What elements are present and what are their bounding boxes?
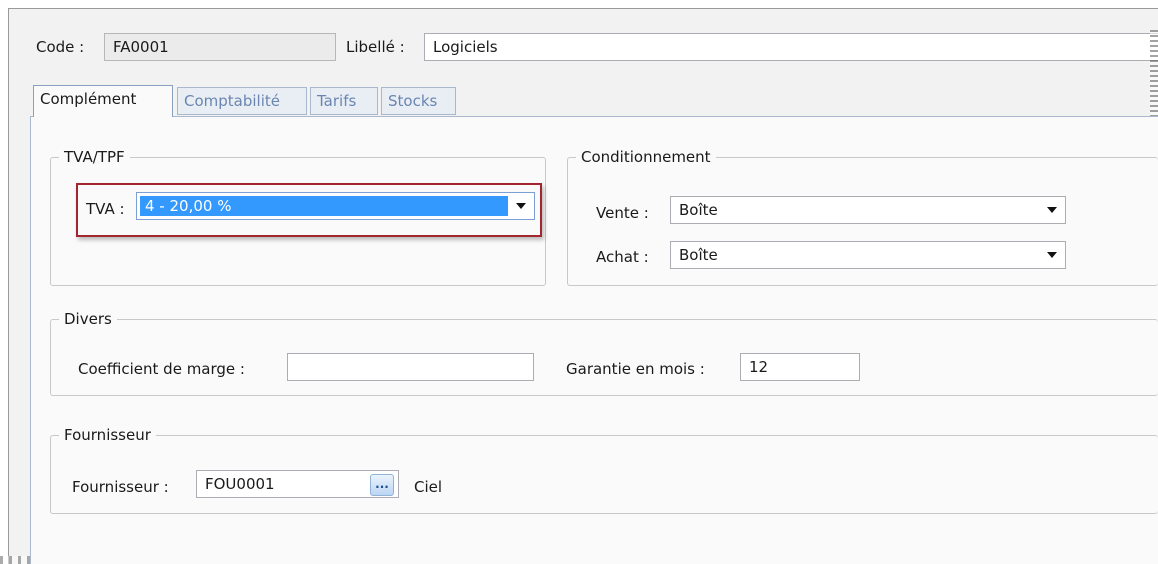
code-label: Code : — [36, 38, 85, 56]
libelle-field[interactable]: Logiciels — [424, 33, 1158, 61]
conditionnement-group-legend: Conditionnement — [576, 147, 716, 167]
code-field[interactable]: FA0001 — [104, 33, 336, 61]
chevron-down-icon — [1047, 207, 1057, 213]
tva-group-legend: TVA/TPF — [59, 147, 130, 167]
garantie-label: Garantie en mois : — [566, 360, 705, 378]
achat-select-value: Boîte — [679, 246, 718, 264]
libelle-label: Libellé : — [346, 38, 405, 56]
chevron-down-icon — [1047, 252, 1057, 258]
coefficient-field[interactable] — [287, 353, 534, 381]
fournisseur-field[interactable]: FOU0001 — [196, 470, 399, 498]
divers-group-legend: Divers — [59, 309, 117, 329]
fournisseur-label: Fournisseur : — [72, 478, 169, 496]
divers-group: Divers — [50, 309, 1158, 396]
vente-label: Vente : — [596, 204, 649, 222]
garantie-field[interactable]: 12 — [740, 353, 860, 381]
tab-stocks[interactable]: Stocks — [381, 87, 456, 115]
fournisseur-name: Ciel — [414, 478, 443, 496]
achat-label: Achat : — [596, 248, 649, 266]
tab-comptabilite[interactable]: Comptabilité — [177, 87, 307, 115]
tab-complement[interactable]: Complément — [33, 85, 173, 117]
highlight-box — [76, 183, 542, 237]
browse-button[interactable]: ... — [370, 474, 394, 496]
achat-select[interactable]: Boîte — [670, 241, 1066, 269]
vente-select-value: Boîte — [679, 201, 718, 219]
vente-select[interactable]: Boîte — [670, 196, 1066, 224]
tab-tarifs[interactable]: Tarifs — [310, 87, 378, 115]
coefficient-label: Coefficient de marge : — [78, 360, 245, 378]
fournisseur-group-legend: Fournisseur — [59, 425, 156, 445]
